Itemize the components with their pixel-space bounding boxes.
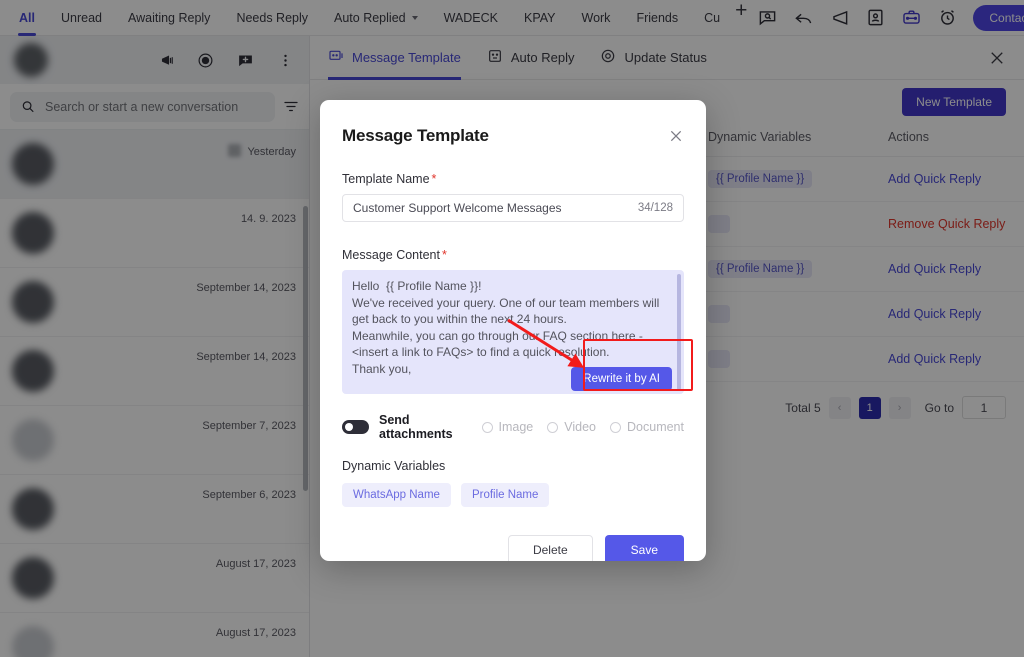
save-button[interactable]: Save	[604, 535, 684, 561]
radio-image[interactable]: Image	[481, 420, 534, 434]
radio-document[interactable]: Document	[610, 420, 684, 434]
send-attachments-toggle[interactable]	[342, 420, 369, 434]
radio-circle-icon	[481, 421, 493, 433]
modal-body: Message Template Template Name* 34/128 M…	[320, 100, 706, 561]
template-name-field[interactable]: 34/128	[342, 194, 684, 222]
chip-whatsapp-name[interactable]: WhatsApp Name	[342, 483, 451, 507]
message-content-label: Message Content *	[342, 248, 447, 262]
send-attachments-label: Send attachments	[379, 413, 453, 441]
radio-label: Image	[498, 420, 534, 434]
required-marker: *	[441, 248, 447, 262]
character-counter: 34/128	[637, 202, 673, 214]
screen: All Unread Awaiting Reply Needs Reply Au…	[0, 0, 1024, 657]
template-name-input[interactable]	[353, 201, 630, 215]
textarea-scrollbar[interactable]	[677, 274, 681, 390]
radio-circle-icon	[547, 421, 559, 433]
radio-label: Video	[564, 420, 597, 434]
message-content-field: Rewrite it by AI	[342, 270, 684, 399]
chip-profile-name[interactable]: Profile Name	[460, 483, 550, 507]
dynamic-variables-chips: WhatsApp Name Profile Name	[342, 483, 684, 507]
close-icon[interactable]	[668, 128, 684, 144]
attachments-row: Send attachments Image Video Document	[342, 413, 684, 441]
required-marker: *	[431, 172, 437, 186]
dynamic-variables-label: Dynamic Variables	[342, 459, 446, 473]
delete-button[interactable]: Delete	[507, 535, 593, 561]
message-template-modal: Message Template Template Name* 34/128 M…	[320, 100, 706, 561]
attachment-type-group: Image Video Document	[481, 420, 684, 434]
page-title: Message Template	[342, 126, 489, 145]
radio-label: Document	[627, 420, 684, 434]
radio-circle-icon	[610, 421, 622, 433]
template-name-label: Template Name *	[342, 172, 437, 186]
modal-actions: Delete Save	[342, 535, 684, 561]
radio-video[interactable]: Video	[547, 420, 596, 434]
rewrite-by-ai-button[interactable]: Rewrite it by AI	[571, 367, 672, 391]
